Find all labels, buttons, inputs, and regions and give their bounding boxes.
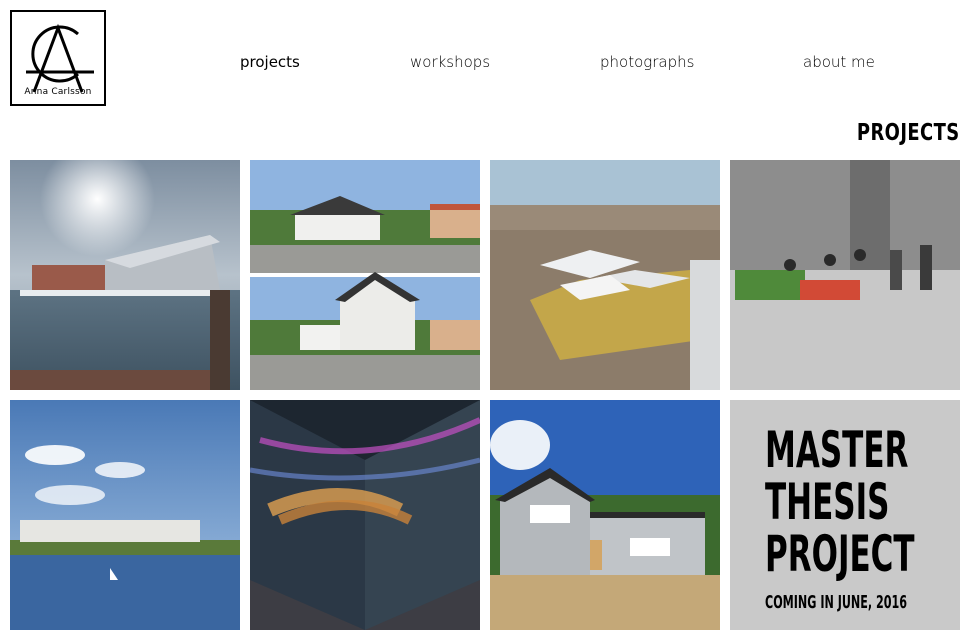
light-installation-image: [250, 400, 480, 630]
nav-workshops[interactable]: workshops: [410, 53, 490, 71]
grey-house-image: [490, 400, 720, 630]
suburban-houses-image: [250, 160, 480, 390]
thesis-line-3: PROJECT: [765, 525, 915, 583]
nav-projects[interactable]: projects: [240, 53, 300, 71]
logo-name: Anna Carlsson: [24, 87, 92, 97]
master-thesis-tile[interactable]: MASTER THESIS PROJECT COMING IN JUNE, 20…: [730, 400, 960, 630]
project-tile-market[interactable]: [730, 160, 960, 390]
waterfront-building-image: [10, 160, 240, 390]
lake-campus-image: [10, 400, 240, 630]
project-tile-lake[interactable]: [10, 400, 240, 630]
page-title: PROJECTS: [857, 120, 960, 146]
project-tile-houses[interactable]: [250, 160, 480, 390]
project-tile-waterfront[interactable]: [10, 160, 240, 390]
thesis-subtitle: COMING IN JUNE, 2016: [765, 592, 908, 613]
site-logo[interactable]: Anna Carlsson: [10, 10, 106, 106]
street-market-image: [730, 160, 960, 390]
nav-photographs[interactable]: photographs: [600, 53, 694, 71]
nav-about-me[interactable]: about me: [803, 53, 875, 71]
city-settlement-image: [490, 160, 720, 390]
project-tile-house[interactable]: [490, 400, 720, 630]
thesis-line-1: MASTER: [765, 421, 909, 479]
project-tile-installation[interactable]: [250, 400, 480, 630]
project-tile-city[interactable]: [490, 160, 720, 390]
thesis-line-2: THESIS: [765, 473, 890, 531]
